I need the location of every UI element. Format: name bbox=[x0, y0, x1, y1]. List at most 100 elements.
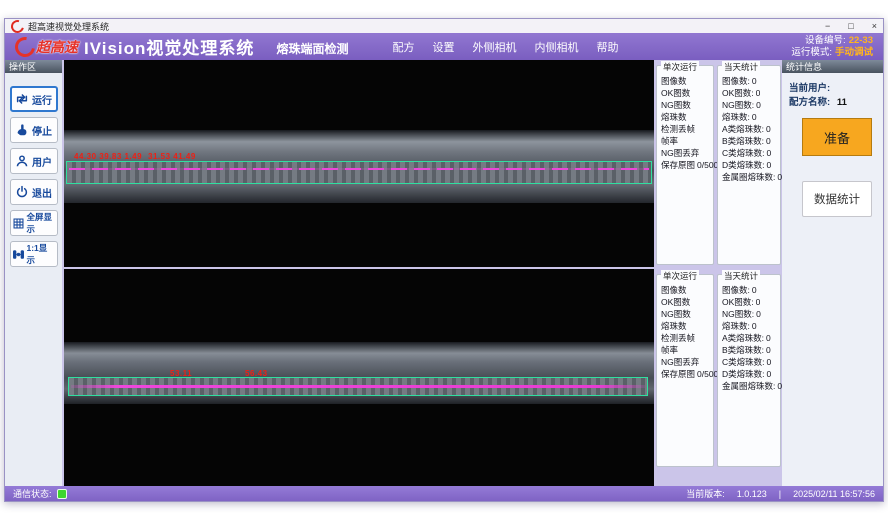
one-to-one-button-label: 1:1显示 bbox=[27, 242, 56, 266]
recipe-name-row: 配方名称: 11 bbox=[789, 94, 847, 108]
stats-row: C类熔珠数:0 bbox=[722, 356, 778, 368]
stop-button[interactable]: 停止 bbox=[10, 117, 58, 143]
stop-button-label: 停止 bbox=[32, 123, 52, 138]
app-subtitle: 熔珠端面检测 bbox=[276, 40, 348, 57]
status-separator: | bbox=[779, 489, 781, 499]
info-panel-header: 统计信息 bbox=[782, 60, 883, 73]
one-to-one-icon bbox=[12, 248, 25, 261]
run-mode-label: 运行模式: bbox=[791, 47, 832, 58]
single-run-title: 单次运行 bbox=[661, 270, 699, 282]
stats-row: OK图数 bbox=[661, 296, 711, 308]
version-label: 当前版本: bbox=[686, 487, 725, 500]
comm-status-label: 通信状态: bbox=[13, 487, 52, 500]
minimize-button[interactable]: − bbox=[825, 21, 830, 31]
menu-item[interactable]: 设置 bbox=[432, 39, 454, 55]
menu-item[interactable]: 帮助 bbox=[596, 39, 618, 55]
window-title: 超高速视觉处理系统 bbox=[28, 20, 109, 33]
sidebar-header: 操作区 bbox=[5, 60, 62, 73]
stats-row: 检测丢帧 bbox=[661, 332, 711, 344]
data-statistics-button[interactable]: 数据统计 bbox=[802, 181, 872, 217]
stats-row: 图像数 bbox=[661, 75, 711, 87]
stats-row: 图像数:0 bbox=[722, 284, 778, 296]
current-user-label: 当前用户: bbox=[789, 83, 830, 94]
stats-row: 金属圈熔珠数:0 bbox=[722, 380, 778, 392]
brand-swoosh-icon bbox=[11, 33, 39, 61]
app-header: 超高速 IVision视觉处理系统 熔珠端面检测 配方 设置 外侧相机 内侧相机… bbox=[5, 33, 883, 60]
stats-row: D类熔珠数:0 bbox=[722, 159, 778, 171]
stats-row: OK图数:0 bbox=[722, 87, 778, 99]
stats-row: 帧率 bbox=[661, 135, 711, 147]
stats-row: 图像数 bbox=[661, 284, 711, 296]
camera2-detection-roi bbox=[68, 377, 648, 396]
exit-button-label: 退出 bbox=[32, 185, 52, 200]
run-mode-value: 手动调试 bbox=[835, 47, 873, 58]
stats-row: 保存原图0/500 bbox=[661, 159, 711, 171]
user-button[interactable]: 用户 bbox=[10, 148, 58, 174]
os-titlebar: 超高速视觉处理系统 − □ × bbox=[5, 19, 883, 33]
stats-row: NG图丢弃 bbox=[661, 356, 711, 368]
stats-row: OK图数:0 bbox=[722, 296, 778, 308]
recipe-name-label: 配方名称: bbox=[789, 97, 830, 108]
main-menu: 配方 设置 外侧相机 内侧相机 帮助 bbox=[392, 39, 618, 55]
camera1-stats-group: 单次运行 图像数 OK图数 NG图数 熔珠数 检测丢帧 帧率 NG图丢弃 保存原… bbox=[656, 65, 781, 265]
user-button-label: 用户 bbox=[32, 154, 52, 169]
stats-row: 熔珠数:0 bbox=[722, 320, 778, 332]
stats-row: C类熔珠数:0 bbox=[722, 147, 778, 159]
single-run-stats-box: 单次运行 图像数 OK图数 NG图数 熔珠数 检测丢帧 帧率 NG图丢弃 保存原… bbox=[656, 274, 714, 467]
daily-stats-title: 当天统计 bbox=[722, 270, 760, 282]
stats-row: NG图数:0 bbox=[722, 99, 778, 111]
user-icon bbox=[15, 154, 29, 168]
fullscreen-button-label: 全屏显示 bbox=[27, 211, 56, 235]
main-area: 操作区 运行 停止 bbox=[5, 60, 883, 486]
one-to-one-button[interactable]: 1:1显示 bbox=[10, 241, 58, 267]
stats-row: 图像数:0 bbox=[722, 75, 778, 87]
outer-camera-view[interactable]: 44.30 39.83 1.49 31.53 41.49 bbox=[64, 60, 654, 267]
camera1-bead-trace bbox=[69, 168, 649, 170]
stats-row: NG图丢弃 bbox=[661, 147, 711, 159]
stats-row: OK图数 bbox=[661, 87, 711, 99]
single-run-title: 单次运行 bbox=[661, 61, 699, 73]
camera2-measurement-annotation: 56.43 bbox=[245, 369, 268, 378]
prepare-button[interactable]: 准备 bbox=[802, 118, 872, 156]
device-number-label: 设备编号: bbox=[805, 35, 846, 46]
daily-stats-title: 当天统计 bbox=[722, 61, 760, 73]
menu-item[interactable]: 配方 bbox=[392, 39, 414, 55]
app-window: 超高速视觉处理系统 − □ × 超高速 IVision视觉处理系统 熔珠端面检测… bbox=[4, 18, 884, 502]
close-button[interactable]: × bbox=[872, 21, 877, 31]
exit-button[interactable]: 退出 bbox=[10, 179, 58, 205]
single-run-stats-box: 单次运行 图像数 OK图数 NG图数 熔珠数 检测丢帧 帧率 NG图丢弃 保存原… bbox=[656, 65, 714, 265]
maximize-button[interactable]: □ bbox=[848, 21, 853, 31]
fullscreen-button[interactable]: 全屏显示 bbox=[10, 210, 58, 236]
camera2-measurement-annotation: 53.11 bbox=[170, 369, 192, 378]
daily-stats-box: 当天统计 图像数:0 OK图数:0 NG图数:0 熔珠数:0 A类熔珠数:0 B… bbox=[717, 274, 781, 467]
stats-row: 检测丢帧 bbox=[661, 123, 711, 135]
menu-item[interactable]: 外侧相机 bbox=[472, 39, 516, 55]
brand-logo: 超高速 bbox=[36, 37, 78, 57]
run-button[interactable]: 运行 bbox=[10, 86, 58, 112]
camera-column: 44.30 39.83 1.49 31.53 41.49 53.11 56.43 bbox=[64, 60, 654, 486]
inner-camera-view[interactable]: 53.11 56.43 bbox=[64, 269, 654, 486]
recipe-name-value: 11 bbox=[837, 97, 847, 108]
stats-row: 熔珠数 bbox=[661, 320, 711, 332]
fullscreen-grid-icon bbox=[12, 217, 25, 230]
daily-stats-box: 当天统计 图像数:0 OK图数:0 NG图数:0 熔珠数:0 A类熔珠数:0 B… bbox=[717, 65, 781, 265]
stats-row: A类熔珠数:0 bbox=[722, 332, 778, 344]
device-number-value: 22-33 bbox=[849, 35, 873, 46]
stats-row: 帧率 bbox=[661, 344, 711, 356]
menu-item[interactable]: 内侧相机 bbox=[534, 39, 578, 55]
run-cycle-icon bbox=[15, 92, 29, 106]
stats-row: 保存原图0/500 bbox=[661, 368, 711, 380]
device-info: 设备编号:22-33 运行模式:手动调试 bbox=[791, 35, 873, 59]
status-bar: 通信状态: 当前版本: 1.0.123 | 2025/02/11 16:57:5… bbox=[5, 486, 883, 501]
camera1-measurement-annotation: 31.53 41.49 bbox=[148, 152, 196, 161]
camera1-detection-roi bbox=[66, 161, 652, 184]
stats-row: 熔珠数:0 bbox=[722, 111, 778, 123]
app-title: IVision视觉处理系统 bbox=[84, 34, 254, 59]
stats-row: B类熔珠数:0 bbox=[722, 135, 778, 147]
stats-row: A类熔珠数:0 bbox=[722, 123, 778, 135]
datetime: 2025/02/11 16:57:56 bbox=[793, 489, 875, 499]
stats-row: NG图数 bbox=[661, 99, 711, 111]
power-icon bbox=[15, 185, 29, 199]
camera2-stats-group: 单次运行 图像数 OK图数 NG图数 熔珠数 检测丢帧 帧率 NG图丢弃 保存原… bbox=[656, 274, 781, 467]
sidebar: 操作区 运行 停止 bbox=[5, 60, 62, 486]
